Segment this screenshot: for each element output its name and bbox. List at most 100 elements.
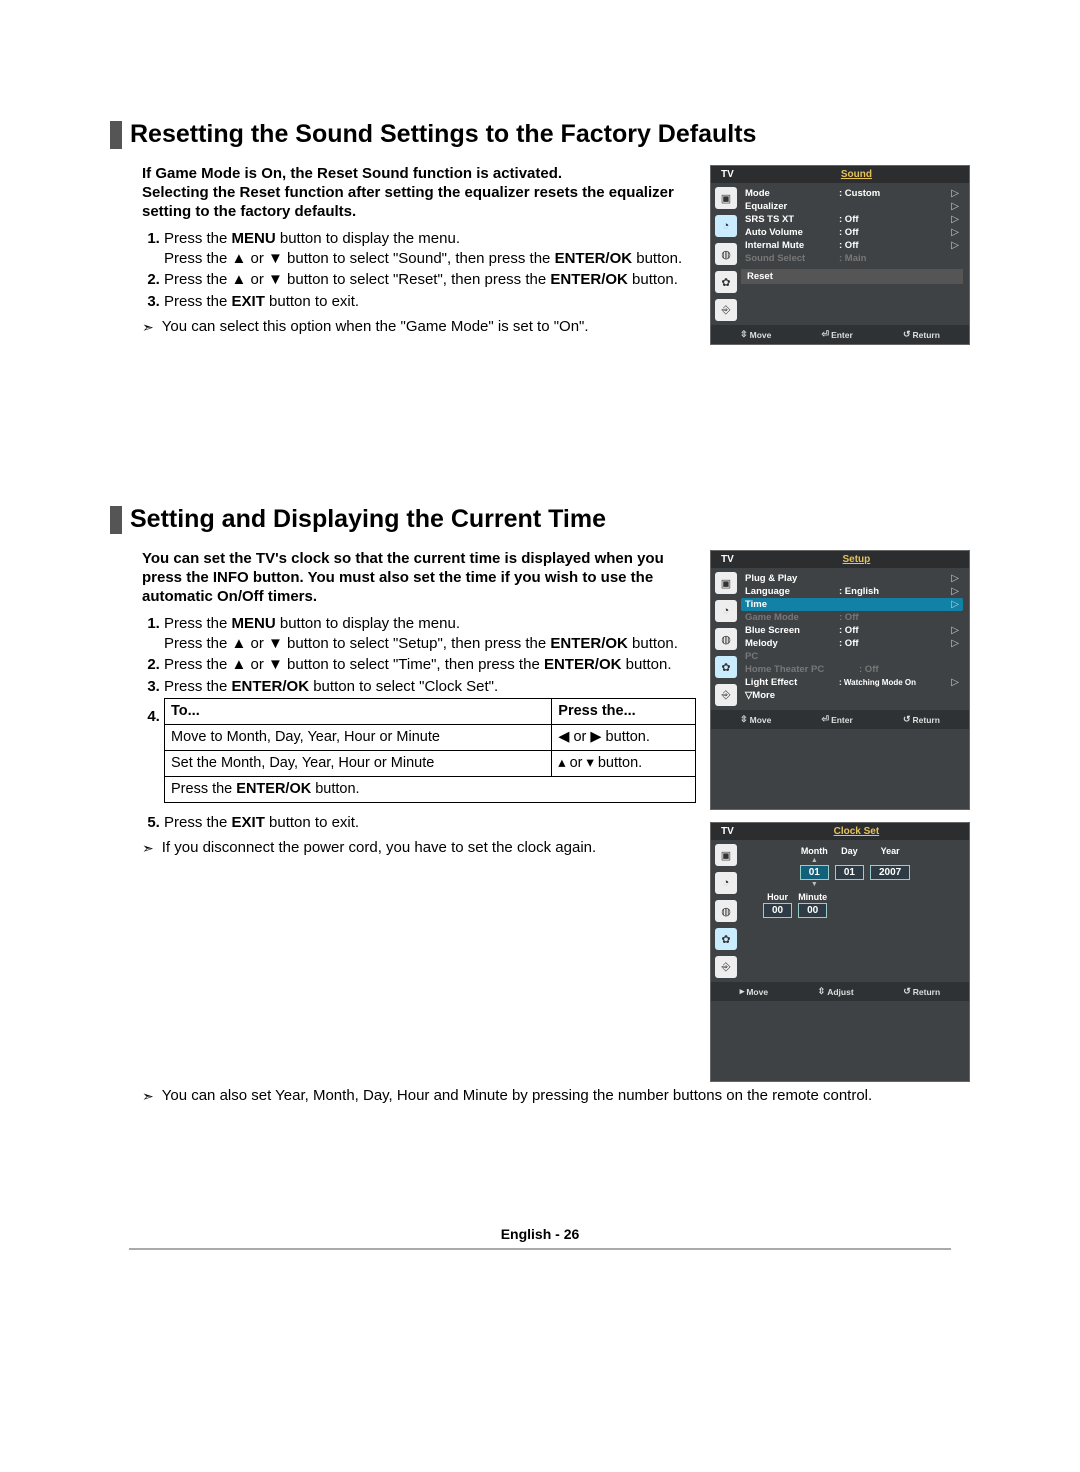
osd-sidebar-icons: ▣ ◔ ◍ ✿ ⎆: [711, 840, 741, 982]
header-rule-icon: [110, 506, 122, 534]
osd-row-time: Time ▷: [741, 598, 963, 611]
step-3: Press the ENTER/OK button to select "Clo…: [164, 677, 696, 697]
clock-label-day: Day: [841, 846, 858, 856]
page-footer: English - 26: [129, 1226, 951, 1250]
chevron-up-icon: ▲: [811, 857, 818, 864]
enter-icon: ⏎: [822, 714, 830, 725]
chevron-right-icon: ▷: [951, 201, 959, 212]
chevron-right-icon: ▷: [951, 240, 959, 251]
chevron-right-icon: ▷: [951, 586, 959, 597]
chevron-right-icon: ▷: [951, 573, 959, 584]
table-row: Set the Month, Day, Year, Hour or Minute: [165, 750, 552, 776]
section-2-intro: You can set the TV's clock so that the c…: [142, 550, 696, 606]
chevron-right-icon: ➣: [142, 317, 154, 337]
osd-row-equalizer: Equalizer ▷: [741, 200, 963, 213]
chevron-right-icon: ▷: [951, 625, 959, 636]
chevron-right-icon: ▷: [951, 638, 959, 649]
osd-row-auto-volume: Auto Volume : Off ▷: [741, 226, 963, 239]
step-4-table: To... Press the... Move to Month, Day, Y…: [164, 698, 696, 802]
clock-value-year: 2007: [870, 865, 910, 880]
chevron-right-icon: ➣: [142, 838, 154, 858]
osd-row-plug-play: Plug & Play ▷: [741, 572, 963, 585]
note-remote-numbers: ➣ You can also set Year, Month, Day, Hou…: [142, 1086, 970, 1106]
setup-icon: ✿: [715, 656, 737, 678]
return-icon: ↺: [903, 714, 911, 725]
input-icon: ⎆: [715, 684, 737, 706]
osd-footer: ⇳Move ⏎Enter ↺Return: [711, 710, 969, 729]
section-1-steps: Press the MENU button to display the men…: [142, 229, 696, 311]
clock-value-minute: 00: [798, 903, 827, 918]
osd-row-mode: Mode : Custom ▷: [741, 187, 963, 200]
chevron-right-icon: ➣: [142, 1086, 154, 1106]
clock-label-hour: Hour: [767, 892, 788, 902]
step-5: Press the EXIT button to exit.: [164, 813, 696, 833]
setup-icon: ✿: [715, 271, 737, 293]
picture-icon: ▣: [715, 187, 737, 209]
step-4: To... Press the... Move to Month, Day, Y…: [164, 698, 696, 802]
osd-setup: TV Setup ▣ ◔ ◍ ✿ ⎆ Plug & Play ▷: [710, 550, 970, 810]
return-icon: ↺: [903, 329, 911, 340]
note-game-mode: ➣ You can select this option when the "G…: [142, 317, 696, 337]
osd-row-light-effect: Light Effect : Watching Mode On ▷: [741, 676, 963, 689]
section-1-intro: If Game Mode is On, the Reset Sound func…: [142, 165, 696, 221]
osd-source-label: TV: [711, 551, 744, 568]
osd-clock-set: TV Clock Set ▣ ◔ ◍ ✿ ⎆ Month: [710, 822, 970, 1082]
clock-label-minute: Minute: [798, 892, 827, 902]
clock-label-month: Month: [801, 846, 828, 856]
table-row: ◀ or ▶ button.: [552, 725, 696, 751]
osd-sidebar-icons: ▣ ◔ ◍ ✿ ⎆: [711, 568, 741, 710]
table-row: Press the ENTER/OK button.: [165, 776, 696, 802]
sound-icon: ◔: [715, 215, 737, 237]
picture-icon: ▣: [715, 572, 737, 594]
return-icon: ↺: [903, 986, 911, 997]
channel-icon: ◍: [715, 243, 737, 265]
osd-row-home-theater-pc: Home Theater PC : Off: [741, 663, 963, 676]
clock-value-day: 01: [835, 865, 864, 880]
osd-row-game-mode: Game Mode : Off: [741, 611, 963, 624]
osd-footer: ▸Move ⇳Adjust ↺Return: [711, 982, 969, 1001]
step-2: Press the ▲ or ▼ button to select "Time"…: [164, 655, 696, 675]
step-1: Press the MENU button to display the men…: [164, 614, 696, 653]
sound-icon: ◔: [715, 872, 737, 894]
clock-value-month: 01: [800, 865, 829, 880]
chevron-down-icon: ▼: [811, 881, 818, 888]
enter-icon: ⏎: [822, 329, 830, 340]
table-header-to: To...: [165, 699, 552, 725]
header-rule-icon: [110, 121, 122, 149]
osd-row-srs: SRS TS XT : Off ▷: [741, 213, 963, 226]
osd-row-language: Language : English ▷: [741, 585, 963, 598]
osd-row-internal-mute: Internal Mute : Off ▷: [741, 239, 963, 252]
table-header-press: Press the...: [552, 699, 696, 725]
osd-row-reset: Reset: [741, 269, 963, 284]
step-1: Press the MENU button to display the men…: [164, 229, 696, 268]
osd-title: Sound: [744, 166, 969, 183]
osd-sound: TV Sound ▣ ◔ ◍ ✿ ⎆ Mode : Custom ▷: [710, 165, 970, 345]
clock-value-hour: 00: [763, 903, 792, 918]
chevron-right-icon: ▷: [951, 599, 959, 610]
table-row: Move to Month, Day, Year, Hour or Minute: [165, 725, 552, 751]
note-power-cord: ➣ If you disconnect the power cord, you …: [142, 838, 696, 858]
adjust-icon: ⇳: [818, 986, 826, 997]
osd-row-sound-select: Sound Select : Main: [741, 252, 963, 265]
step-2: Press the ▲ or ▼ button to select "Reset…: [164, 270, 696, 290]
channel-icon: ◍: [715, 900, 737, 922]
osd-row-pc: PC: [741, 650, 963, 663]
osd-footer: ⇳Move ⏎Enter ↺Return: [711, 325, 969, 344]
move-icon: ⇳: [740, 714, 748, 725]
osd-row-more: ▽More: [741, 689, 963, 702]
osd-row-melody: Melody : Off ▷: [741, 637, 963, 650]
input-icon: ⎆: [715, 299, 737, 321]
move-icon: ⇳: [740, 329, 748, 340]
osd-source-label: TV: [711, 823, 744, 840]
clock-label-year: Year: [881, 846, 900, 856]
section-1-header: Resetting the Sound Settings to the Fact…: [110, 120, 970, 149]
osd-title: Clock Set: [744, 823, 969, 840]
section-2-title: Setting and Displaying the Current Time: [130, 505, 606, 534]
table-row: ▴ or ▾ button.: [552, 750, 696, 776]
chevron-right-icon: ▷: [951, 677, 959, 688]
input-icon: ⎆: [715, 956, 737, 978]
osd-title: Setup: [744, 551, 969, 568]
section-2-steps: Press the MENU button to display the men…: [142, 614, 696, 832]
section-1-title: Resetting the Sound Settings to the Fact…: [130, 120, 756, 149]
channel-icon: ◍: [715, 628, 737, 650]
